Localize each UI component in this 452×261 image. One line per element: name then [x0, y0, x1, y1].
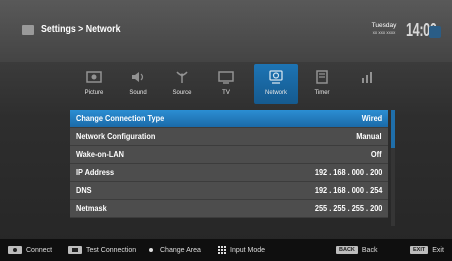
status-badge — [429, 26, 441, 38]
row-label: Wake-on-LAN — [76, 150, 124, 159]
row-value: 192 . 168 . 000 . 254 — [314, 186, 382, 195]
row-value: 255 . 255 . 255 . 200 — [314, 204, 382, 213]
hint-label: Input Mode — [230, 246, 266, 254]
row-netmask[interactable]: Netmask 255 . 255 . 255 . 200 — [70, 200, 388, 218]
tab-label: Sound — [129, 90, 147, 96]
row-value: Manual — [356, 132, 382, 141]
ok-key-icon — [8, 246, 22, 254]
timer-icon — [316, 70, 328, 84]
row-value: Wired — [361, 114, 382, 123]
tab-tv[interactable]: TV — [204, 64, 248, 104]
sound-icon — [132, 72, 144, 82]
row-label: DNS — [76, 186, 92, 195]
row-label: Netmask — [76, 204, 107, 213]
scrollbar-thumb[interactable] — [391, 110, 395, 148]
parental-icon — [362, 72, 372, 83]
footer-hints: Connect Test Connection Change Area Inpu… — [0, 239, 452, 261]
row-wake-on-lan[interactable]: Wake-on-LAN Off — [70, 146, 388, 164]
date-label: xx xxx xxxx — [372, 30, 396, 35]
hint-label: Exit — [432, 246, 444, 254]
hint-test-connection[interactable]: Test Connection — [68, 245, 136, 255]
row-ip-address[interactable]: IP Address 192 . 168 . 000 . 200 — [70, 164, 388, 182]
hint-back[interactable]: BACK Back — [336, 245, 377, 255]
tab-sound[interactable]: Sound — [116, 64, 160, 104]
hint-change-area[interactable]: Change Area — [146, 245, 201, 255]
tab-label: Source — [172, 90, 192, 96]
tv-icon — [218, 71, 234, 84]
hint-connect[interactable]: Connect — [8, 245, 52, 255]
hint-label: Back — [361, 246, 378, 254]
row-dns[interactable]: DNS 192 . 168 . 000 . 254 — [70, 182, 388, 200]
row-label: Change Connection Type — [76, 114, 165, 123]
source-icon — [176, 71, 188, 83]
tab-picture[interactable]: Picture — [72, 64, 116, 104]
record-key-icon — [68, 246, 82, 254]
hint-label: Connect — [26, 246, 53, 254]
hint-label: Change Area — [160, 246, 201, 254]
tab-label: TV — [222, 90, 230, 96]
day-label: Tuesday — [371, 22, 397, 29]
menu-tabs: Picture Sound Source TV Network Timer — [68, 64, 398, 104]
tab-parental[interactable] — [346, 64, 390, 104]
network-icon — [269, 70, 283, 84]
breadcrumb: Settings > Network — [41, 24, 121, 35]
row-value: Off — [371, 150, 382, 159]
back-key-icon: BACK — [336, 246, 358, 254]
row-label: IP Address — [76, 168, 115, 177]
date-display: Tuesday xx xxx xxxx — [362, 22, 406, 36]
tab-label: Picture — [84, 90, 104, 96]
row-label: Network Configuration — [76, 132, 156, 141]
tab-timer[interactable]: Timer — [300, 64, 344, 104]
tab-label: Timer — [314, 90, 330, 96]
row-network-configuration[interactable]: Network Configuration Manual — [70, 128, 388, 146]
tab-source[interactable]: Source — [160, 64, 204, 104]
settings-icon — [22, 25, 34, 35]
tab-network[interactable]: Network — [254, 64, 298, 104]
tab-label: Network — [264, 90, 287, 96]
header-bar: Settings > Network Tuesday xx xxx xxxx 1… — [0, 0, 452, 62]
scrollbar[interactable] — [391, 110, 395, 226]
navigation-pad-icon — [146, 245, 156, 255]
row-change-connection-type[interactable]: Change Connection Type Wired — [70, 110, 388, 128]
hint-label: Test Connection — [86, 246, 137, 254]
hint-exit[interactable]: EXIT Exit — [410, 245, 444, 255]
network-settings-list: Change Connection Type Wired Network Con… — [70, 110, 388, 218]
row-value: 192 . 168 . 000 . 200 — [314, 168, 382, 177]
picture-icon — [86, 71, 102, 83]
numeric-keypad-icon — [218, 246, 226, 254]
hint-input-mode[interactable]: Input Mode — [218, 245, 265, 255]
tv-settings-screen: Settings > Network Tuesday xx xxx xxxx 1… — [0, 0, 452, 261]
exit-key-icon: EXIT — [410, 246, 429, 254]
